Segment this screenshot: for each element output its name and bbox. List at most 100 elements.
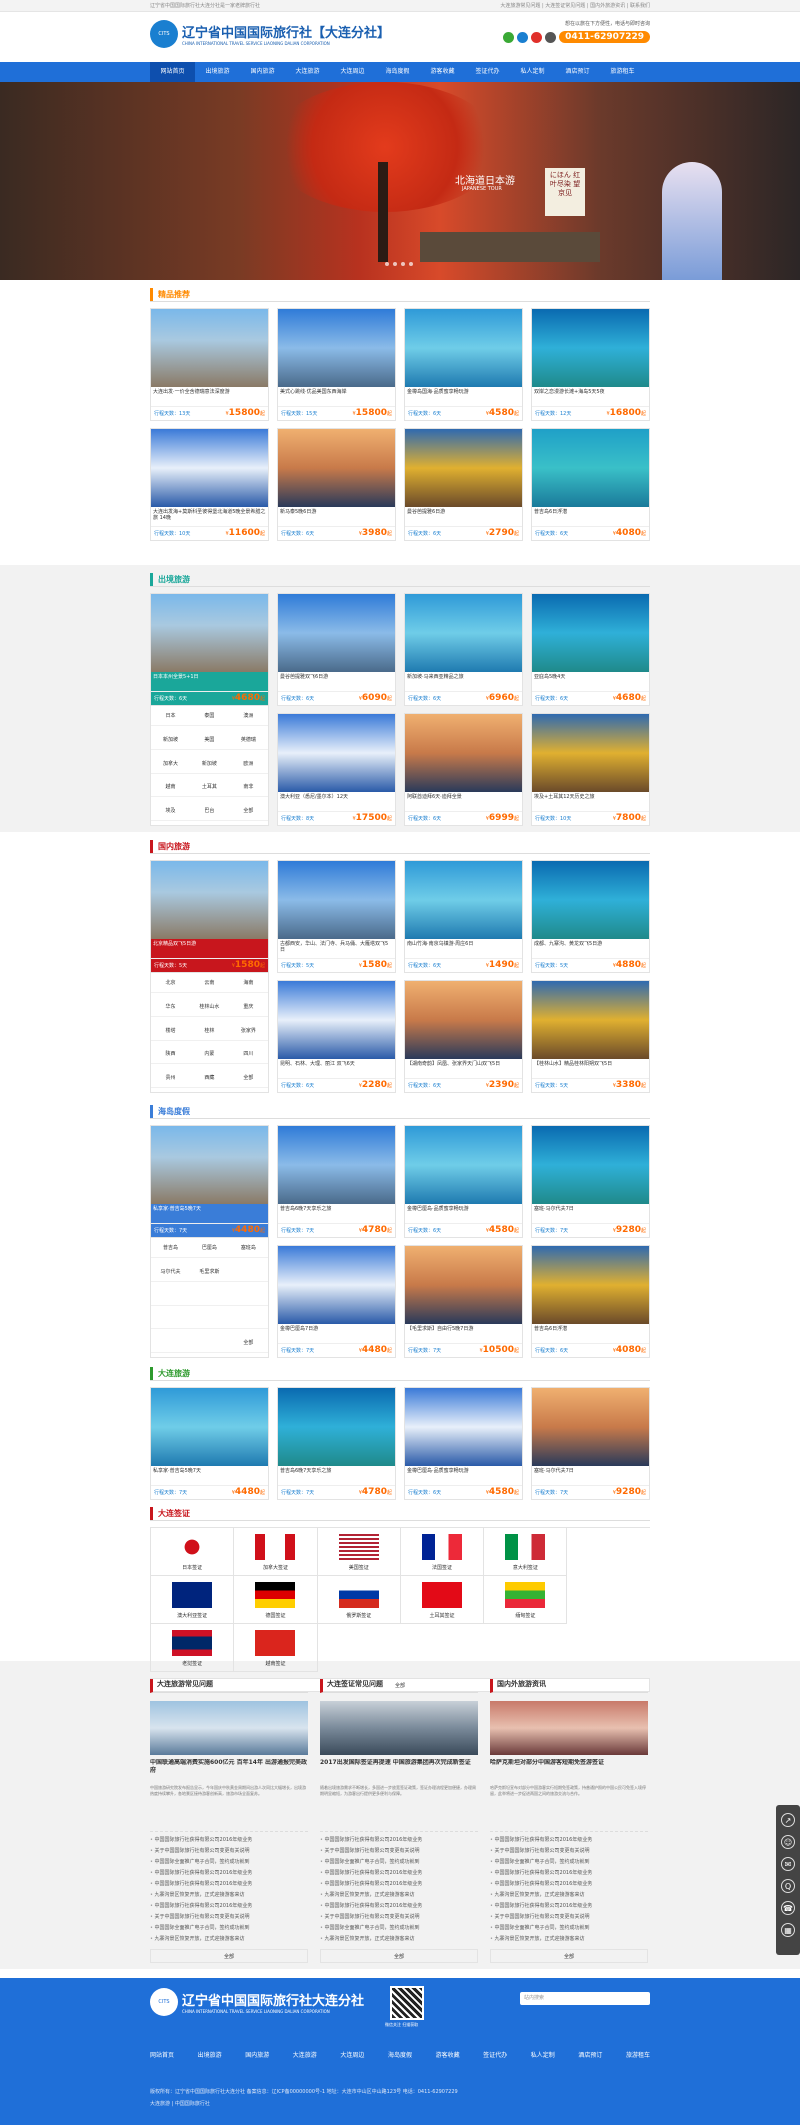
visa-item[interactable]: 日本签证 — [151, 1528, 235, 1576]
tour-name[interactable]: 【桂林山水】精品桂林阳朔双飞5日 — [532, 1060, 649, 1073]
tour-card[interactable]: 双岸之恋漫游长滩+海岛5天5夜 行程天数：12天 ¥16800起 — [531, 308, 650, 421]
destination-tag[interactable]: 马尔代夫 — [151, 1262, 190, 1282]
tour-image[interactable] — [532, 309, 649, 387]
destination-tag[interactable]: 全部 — [228, 801, 268, 822]
destination-tag[interactable]: 西藏 — [189, 1068, 229, 1089]
footer-nav-item[interactable]: 游客收藏 — [436, 2050, 460, 2059]
tour-card[interactable]: 成都、九寨沟、黄龙双飞5日游 行程天数：5天 ¥4880起 — [531, 860, 650, 973]
nav-item[interactable]: 私人定制 — [510, 62, 555, 82]
news-all-button[interactable]: 全部 — [150, 1949, 308, 1963]
footer-nav-item[interactable]: 网站首页 — [150, 2050, 174, 2059]
visa-item[interactable]: 加拿大签证 — [234, 1528, 318, 1576]
tour-card[interactable]: 【湖南奇韵】凤凰、张家界天门山双飞5日 行程天数：6天 ¥2390起 — [404, 980, 523, 1093]
tour-image[interactable] — [151, 429, 268, 507]
news-link[interactable]: 中国国际全面推广电子合同，签约成功就到 — [490, 1923, 648, 1934]
destination-tag[interactable]: 全部 — [228, 1333, 268, 1354]
destination-tag[interactable]: 欧洲 — [228, 754, 268, 774]
qr-float-icon[interactable]: ▦ — [781, 1923, 795, 1937]
site-logo[interactable]: CITS 辽宁省中国国际旅行社【大连分社】 CHINA INTERNATIONA… — [150, 20, 390, 48]
tour-card[interactable]: 北京精品双飞5日游 行程天数：5天 ¥1580起 — [150, 860, 269, 973]
tour-card[interactable]: 金樽巴厘岛·品质蜜享畅玩游 行程天数：6天 ¥4580起 — [404, 1125, 523, 1238]
news-title[interactable]: 中国联通高端消费实施600亿元 百年14年 出游通报完美政府 — [150, 1759, 308, 1783]
destination-tag[interactable] — [151, 1286, 190, 1306]
banner-dots[interactable] — [385, 262, 413, 266]
tour-card[interactable]: 新加坡·马来西亚精品之旅 行程天数：6天 ¥6960起 — [404, 593, 523, 706]
tour-name[interactable]: 曼谷芭提雅双飞6日游 — [278, 673, 395, 686]
tour-image[interactable] — [405, 594, 522, 672]
news-link[interactable]: 中国国际旅行社获得有限公司2016年级业务 — [490, 1835, 648, 1846]
tour-image[interactable] — [532, 1246, 649, 1324]
tour-name[interactable]: 亚庇岛5晚4天 — [532, 673, 649, 686]
tour-name[interactable]: 普吉岛6晚7天享乐之旅 — [278, 1205, 395, 1218]
tour-name[interactable]: 普吉岛6日浮潜 — [532, 1325, 649, 1338]
destination-tag[interactable]: 澳洲 — [228, 706, 268, 726]
tour-card[interactable]: 日本本州全景5+1日 行程天数：6天 ¥4680起 — [150, 593, 269, 706]
destination-tag[interactable]: 内蒙 — [189, 1044, 229, 1065]
tour-name[interactable]: 普吉岛6日浮潜 — [532, 508, 649, 521]
visa-item[interactable]: 俄罗斯签证 — [317, 1576, 401, 1624]
destination-tag[interactable]: 泰国 — [189, 706, 229, 726]
chat-icon[interactable]: ☺ — [781, 1835, 795, 1849]
tour-image[interactable] — [278, 1388, 395, 1466]
news-link[interactable]: 九寨沟景区恢复开放，正式迎接游客来访 — [150, 1890, 308, 1901]
news-link[interactable]: 中国国际旅行社获得有限公司2016年级业务 — [150, 1868, 308, 1879]
visa-item[interactable]: 老挝签证 — [151, 1624, 235, 1672]
footer-search-input[interactable]: 站内搜索 — [520, 1992, 650, 2005]
nav-item[interactable]: 出境旅游 — [195, 62, 240, 82]
destination-tag[interactable]: 巴台 — [189, 801, 229, 822]
destination-tag[interactable]: 海南 — [228, 973, 268, 993]
destination-tag[interactable] — [189, 1286, 229, 1306]
news-link[interactable]: 中国国际全面推广电子合同，签约成功就到 — [490, 1857, 648, 1868]
tour-image[interactable] — [405, 1126, 522, 1204]
destination-tag[interactable]: 四川 — [228, 1044, 268, 1065]
tour-card[interactable]: 【毛里求斯】自由行5晚7日游 行程天数：7天 ¥10500起 — [404, 1245, 523, 1358]
tour-name[interactable]: 埃及+土耳其12天历史之旅 — [532, 793, 649, 806]
destination-tag[interactable]: 新加坡 — [151, 730, 190, 750]
news-link[interactable]: 中国国际旅行社获得有限公司2016年级业务 — [320, 1835, 478, 1846]
visa-item[interactable]: 美国签证 — [317, 1528, 401, 1576]
news-link[interactable]: 中国国际旅行社获得有限公司2016年级业务 — [320, 1868, 478, 1879]
tour-card[interactable]: 私享家·普吉岛5晚7天 行程天数：7天 ¥4480起 — [150, 1125, 269, 1238]
destination-tag[interactable]: 云南 — [189, 973, 229, 993]
service-icon[interactable] — [545, 31, 557, 43]
tour-card[interactable]: 曼谷芭提雅6日游 行程天数：6天 ¥2790起 — [404, 428, 523, 541]
hero-banner[interactable]: 北海道日本游 JAPANESE TOUR にほん 红叶尽染 望京见 — [0, 82, 800, 280]
news-link[interactable]: 关于中国国际旅行社有限公司变更有关说明 — [320, 1912, 478, 1923]
destination-tag[interactable] — [189, 1333, 229, 1354]
destination-tag[interactable]: 美国 — [189, 730, 229, 750]
tour-card[interactable]: 【桂林山水】精品桂林阳朔双飞5日 行程天数：5天 ¥3380起 — [531, 980, 650, 1093]
tour-card[interactable]: 新马泰5晚6日游 行程天数：6天 ¥3980起 — [277, 428, 396, 541]
phone-float-icon[interactable]: ☎ — [781, 1901, 795, 1915]
destination-tag[interactable]: 南非 — [228, 777, 268, 798]
news-all-button[interactable]: 全部 — [490, 1949, 648, 1963]
nav-item[interactable]: 旅游租车 — [600, 62, 645, 82]
destination-tag[interactable] — [228, 1262, 268, 1282]
tour-card[interactable]: 普吉岛6晚7天享乐之旅 行程天数：7天 ¥4780起 — [277, 1387, 396, 1500]
visa-item[interactable]: 意大利签证 — [484, 1528, 568, 1576]
destination-tag[interactable] — [151, 1333, 190, 1354]
news-link[interactable]: 关于中国国际旅行社有限公司变更有关说明 — [320, 1846, 478, 1857]
news-link[interactable]: 九寨沟景区恢复开放，正式迎接游客来访 — [320, 1934, 478, 1945]
tour-name[interactable]: 金樽岛国海·品质蜜享畅玩游 — [405, 388, 522, 401]
tour-image[interactable] — [151, 1126, 268, 1204]
tour-card[interactable]: 大连出发海+莫斯科圣彼得堡北海道5晚全景希腊之旅 14晚 行程天数：10天 ¥116… — [150, 428, 269, 541]
footer-nav-item[interactable]: 出境旅游 — [198, 2050, 222, 2059]
tour-image[interactable] — [278, 429, 395, 507]
destination-tag[interactable]: 日本 — [151, 706, 190, 726]
tour-name[interactable]: 大连出发海+莫斯科圣彼得堡北海道5晚全景希腊之旅 14晚 — [151, 508, 268, 521]
footer-nav-item[interactable]: 旅游租车 — [626, 2050, 650, 2059]
destination-tag[interactable]: 越南 — [151, 777, 190, 798]
destination-tag[interactable]: 楼塔 — [151, 1021, 190, 1041]
footer-nav-item[interactable]: 大连旅游 — [293, 2050, 317, 2059]
tour-name[interactable]: 【湖南奇韵】凤凰、张家界天门山双飞5日 — [405, 1060, 522, 1073]
tour-image[interactable] — [532, 981, 649, 1059]
footer-nav-item[interactable]: 签证代办 — [483, 2050, 507, 2059]
news-link[interactable]: 中国国际旅行社获得有限公司2016年级业务 — [320, 1879, 478, 1890]
destination-tag[interactable] — [189, 1309, 229, 1330]
tour-image[interactable] — [532, 594, 649, 672]
visa-item[interactable]: 越南签证 — [234, 1624, 318, 1672]
news-link[interactable]: 中国国际旅行社获得有限公司2016年级业务 — [150, 1879, 308, 1890]
news-link[interactable]: 关于中国国际旅行社有限公司变更有关说明 — [490, 1912, 648, 1923]
tour-card[interactable]: 美式心跳线·优品美国东西海岸 行程天数：15天 ¥15800起 — [277, 308, 396, 421]
destination-tag[interactable]: 张家界 — [228, 1021, 268, 1041]
